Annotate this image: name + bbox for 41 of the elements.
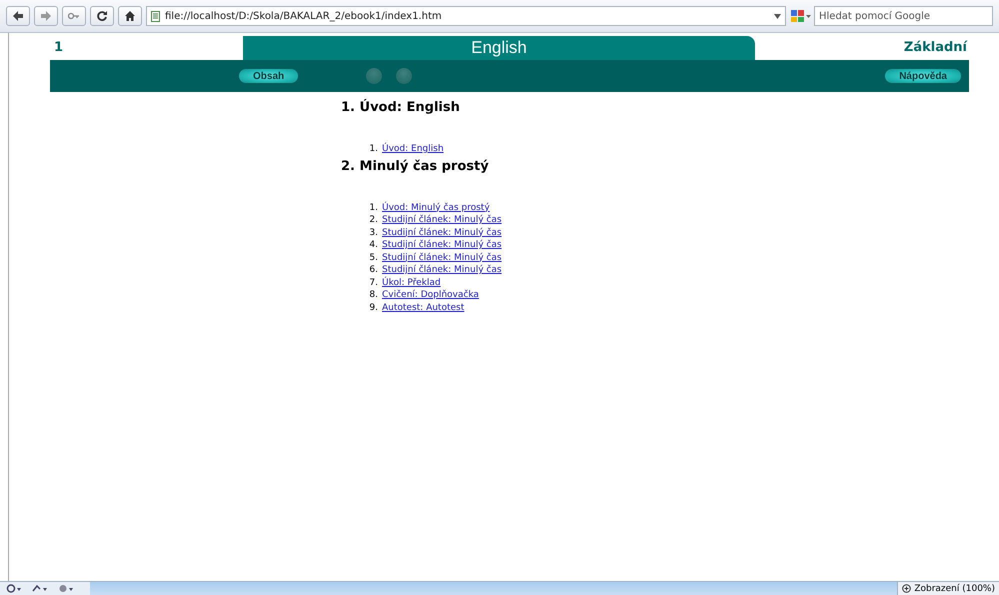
right-arrow-icon	[40, 10, 52, 22]
chapter-link[interactable]: Studijní článek: Minulý čas	[382, 252, 502, 264]
chapter-link[interactable]: Autotest: Autotest	[382, 302, 464, 314]
item-number: 8.	[368, 289, 378, 302]
chapter-link[interactable]: Studijní článek: Minulý čas	[382, 214, 502, 226]
page-number: 1	[53, 40, 64, 55]
chapter-link[interactable]: Studijní článek: Minulý čas	[382, 226, 502, 239]
section-heading: 1. Úvod: English	[341, 100, 461, 115]
zoom-control[interactable]: Zobrazení (100%)	[897, 582, 999, 595]
section-heading: 2. Minulý čas prostý	[341, 158, 490, 174]
item-number: 6.	[368, 264, 378, 276]
item-number: 2.	[368, 214, 378, 226]
help-button[interactable]: Nápověda	[885, 69, 961, 83]
dropdown-icon[interactable]	[774, 14, 781, 18]
chapter-link[interactable]: Úvod: Minulý čas prostý	[382, 202, 490, 214]
reload-icon	[96, 10, 108, 22]
item-number: 9.	[368, 302, 378, 314]
back-button[interactable]	[6, 6, 30, 26]
item-number: 4.	[368, 239, 378, 252]
search-engine-icon[interactable]	[790, 9, 812, 23]
item-number: 3.	[368, 226, 378, 239]
reload-button[interactable]	[90, 6, 114, 26]
item-number: 5.	[368, 252, 378, 264]
chapter-link[interactable]: Cvičení: Doplňovačka	[382, 289, 479, 302]
chapter-link[interactable]: Úvod: English	[382, 143, 444, 156]
level-label: Základní	[902, 40, 968, 55]
item-number: 7.	[368, 276, 378, 289]
home-icon	[124, 10, 136, 22]
zoom-icon	[902, 584, 912, 593]
left-arrow-icon	[12, 10, 24, 22]
address-bar[interactable]: file://localhost/D:/Skola/BAKALAR_2/ebook1/index1.htm	[146, 6, 786, 26]
chapter-link[interactable]: Studijní článek: Minulý čas	[382, 239, 502, 252]
item-number: 1.	[368, 202, 378, 214]
item-number: 1.	[368, 143, 378, 156]
chapter-link[interactable]: Studijní článek: Minulý čas	[382, 264, 502, 276]
sync-icon[interactable]	[6, 584, 22, 593]
chapter-link[interactable]: Úkol: Překlad	[382, 276, 441, 289]
contents-button[interactable]: Obsah	[239, 69, 298, 83]
home-button[interactable]	[118, 6, 142, 26]
page-icon	[151, 10, 160, 22]
search-field[interactable]: Hledat pomocí Google	[814, 6, 993, 26]
